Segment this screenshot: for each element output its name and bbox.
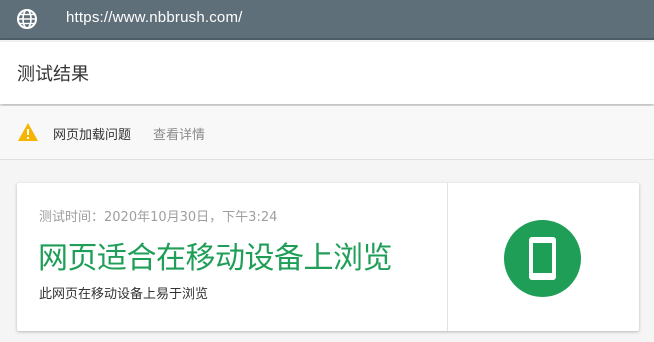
address-bar: https://www.nbbrush.com/ — [0, 0, 654, 40]
page-title: 测试结果 — [17, 64, 89, 85]
mobile-friendly-badge — [504, 220, 581, 297]
warning-icon — [17, 122, 39, 142]
url-text[interactable]: https://www.nbbrush.com/ — [66, 9, 243, 26]
result-card-text: 测试时间：2020年10月30日，下午3:24 网页适合在移动设备上浏览 此网页… — [17, 183, 447, 331]
result-subtitle: 此网页在移动设备上易于浏览 — [39, 287, 209, 302]
test-time: 测试时间：2020年10月30日，下午3:24 — [39, 210, 278, 225]
view-details-link[interactable]: 查看详情 — [153, 124, 205, 143]
page-header: 测试结果 — [0, 42, 654, 104]
result-title: 网页适合在移动设备上浏览 — [38, 241, 393, 276]
issue-label: 网页加载问题 — [53, 128, 132, 143]
page-loading-issue-row: 网页加载问题 查看详情 — [0, 106, 654, 160]
result-card: 测试时间：2020年10月30日，下午3:24 网页适合在移动设备上浏览 此网页… — [17, 183, 639, 331]
globe-icon — [16, 8, 38, 30]
card-divider — [447, 183, 448, 331]
